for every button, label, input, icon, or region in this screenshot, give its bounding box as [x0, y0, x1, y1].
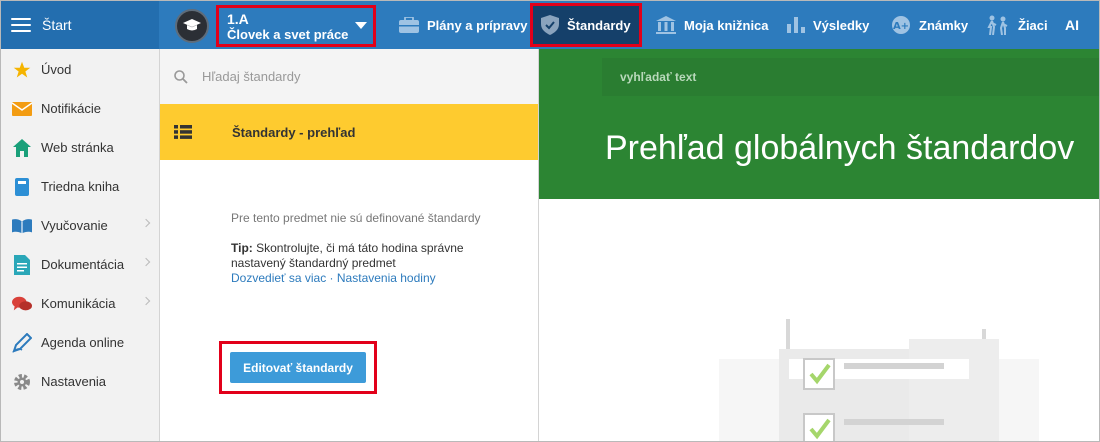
- sidebar-item-communication[interactable]: Komunikácia: [1, 284, 159, 323]
- bar-chart-icon: [787, 17, 805, 33]
- link-separator: ·: [326, 271, 337, 285]
- gear-icon: [12, 373, 32, 391]
- sidebar-item-intro[interactable]: Úvod: [1, 50, 159, 89]
- search-input[interactable]: Hľadaj štandardy: [202, 69, 300, 84]
- svg-text:A+: A+: [893, 21, 909, 32]
- sidebar-item-settings[interactable]: Nastavenia: [1, 362, 159, 401]
- nav-ai-label: AI: [1065, 17, 1079, 33]
- chevron-right-icon: [141, 218, 151, 228]
- sidebar-item-agenda[interactable]: Agenda online: [1, 323, 159, 362]
- sidebar-item-label: Komunikácia: [41, 296, 116, 311]
- chevron-right-icon: [141, 257, 151, 267]
- hero-banner: vyhľadať text Prehľad globálnych štandar…: [539, 49, 1099, 199]
- edit-standards-button[interactable]: Editovať štandardy: [230, 352, 366, 383]
- sidebar-item-label: Triedna kniha: [41, 179, 120, 194]
- envelope-icon: [12, 101, 32, 116]
- global-standards-panel: vyhľadať text Prehľad globálnych štandar…: [539, 49, 1099, 441]
- grade-icon: A+: [891, 15, 911, 35]
- nav-library[interactable]: Moja knižnica: [656, 1, 769, 49]
- nav-results-label: Výsledky: [813, 17, 870, 33]
- lesson-settings-link[interactable]: Nastavenia hodiny: [337, 271, 436, 285]
- nav-plans-label: Plány a prípravy: [427, 17, 528, 33]
- nav-results[interactable]: Výsledky: [787, 1, 869, 49]
- nav-standards-label: Štandardy: [567, 17, 631, 33]
- nav-plans[interactable]: Plány a prípravy: [399, 1, 527, 49]
- sidebar-item-label: Web stránka: [41, 140, 114, 155]
- class-name: 1.A: [227, 11, 249, 27]
- sidebar-item-website[interactable]: Web stránka: [1, 128, 159, 167]
- page-title: Prehľad globálnych štandardov: [605, 129, 1075, 167]
- nav-library-label: Moja knižnica: [684, 17, 769, 33]
- sidebar-item-label: Agenda online: [41, 335, 125, 350]
- home-icon: [12, 138, 32, 157]
- list-icon: [174, 125, 192, 139]
- sidebar-item-documentation[interactable]: Dokumentácia: [1, 245, 159, 284]
- tip-label: Tip:: [231, 241, 253, 255]
- start-label: Štart: [42, 17, 72, 33]
- graduation-cap-icon[interactable]: [175, 9, 209, 43]
- sidebar-item-label: Vyučovanie: [41, 218, 108, 233]
- nav-grades[interactable]: A+ Známky: [891, 1, 968, 49]
- pen-icon: [12, 332, 32, 353]
- nav-grades-label: Známky: [919, 17, 969, 33]
- class-subject-selector[interactable]: 1.A Človek a svet práce: [216, 5, 376, 47]
- sidebar-item-label: Úvod: [41, 62, 72, 77]
- tip-links: Dozvedieť sa viac · Nastavenia hodiny: [231, 271, 436, 285]
- nav-students-label: Žiaci: [1018, 17, 1048, 33]
- shield-check-icon: [541, 15, 559, 35]
- hamburger-menu-icon[interactable]: [11, 18, 31, 32]
- briefcase-icon: [399, 17, 419, 33]
- text-search-input[interactable]: vyhľadať text: [602, 58, 1099, 96]
- learn-more-link[interactable]: Dozvedieť sa viac: [231, 271, 326, 285]
- start-button[interactable]: Štart: [1, 1, 159, 49]
- overview-label: Štandardy - prehľad: [232, 124, 356, 140]
- chat-icon: [12, 295, 32, 313]
- checklist-illustration: [719, 319, 1039, 441]
- sidebar-item-label: Dokumentácia: [41, 257, 125, 272]
- standards-search[interactable]: Hľadaj štandardy: [160, 49, 538, 104]
- book-icon: [12, 177, 32, 196]
- edit-button-highlight: Editovať štandardy: [219, 341, 377, 394]
- students-icon: [986, 15, 1010, 35]
- library-icon: [656, 16, 676, 34]
- standards-overview-item[interactable]: Štandardy - prehľad: [160, 104, 538, 160]
- sidebar-item-notifications[interactable]: Notifikácie: [1, 89, 159, 128]
- document-icon: [12, 254, 32, 275]
- empty-message: Pre tento predmet nie sú definované štan…: [231, 211, 481, 225]
- caret-down-icon: [355, 22, 367, 29]
- class-subject: Človek a svet práce: [227, 27, 349, 42]
- nav-students[interactable]: Žiaci: [986, 1, 1048, 49]
- nav-standards[interactable]: Štandardy: [530, 3, 642, 47]
- standards-panel: Hľadaj štandardy Štandardy - prehľad Pre…: [160, 49, 539, 441]
- open-book-icon: [12, 218, 32, 234]
- chevron-right-icon: [141, 296, 151, 306]
- sidebar-item-label: Nastavenia: [41, 374, 107, 389]
- tip-body: Skontrolujte, či má táto hodina správne …: [231, 241, 464, 270]
- sidebar-item-teaching[interactable]: Vyučovanie: [1, 206, 159, 245]
- top-bar: Štart 1.A Človek a svet práce Plány a pr…: [1, 1, 1099, 49]
- star-icon: [12, 61, 32, 79]
- sidebar-item-class-book[interactable]: Triedna kniha: [1, 167, 159, 206]
- tip-text: Tip: Skontrolujte, či má táto hodina spr…: [231, 241, 521, 271]
- search-icon: [174, 69, 188, 84]
- sidebar-item-label: Notifikácie: [41, 101, 101, 116]
- app-window: Štart 1.A Človek a svet práce Plány a pr…: [0, 0, 1100, 442]
- nav-ai[interactable]: AI: [1065, 1, 1079, 49]
- sidebar: Úvod Notifikácie Web stránka Triedna kni…: [1, 49, 160, 441]
